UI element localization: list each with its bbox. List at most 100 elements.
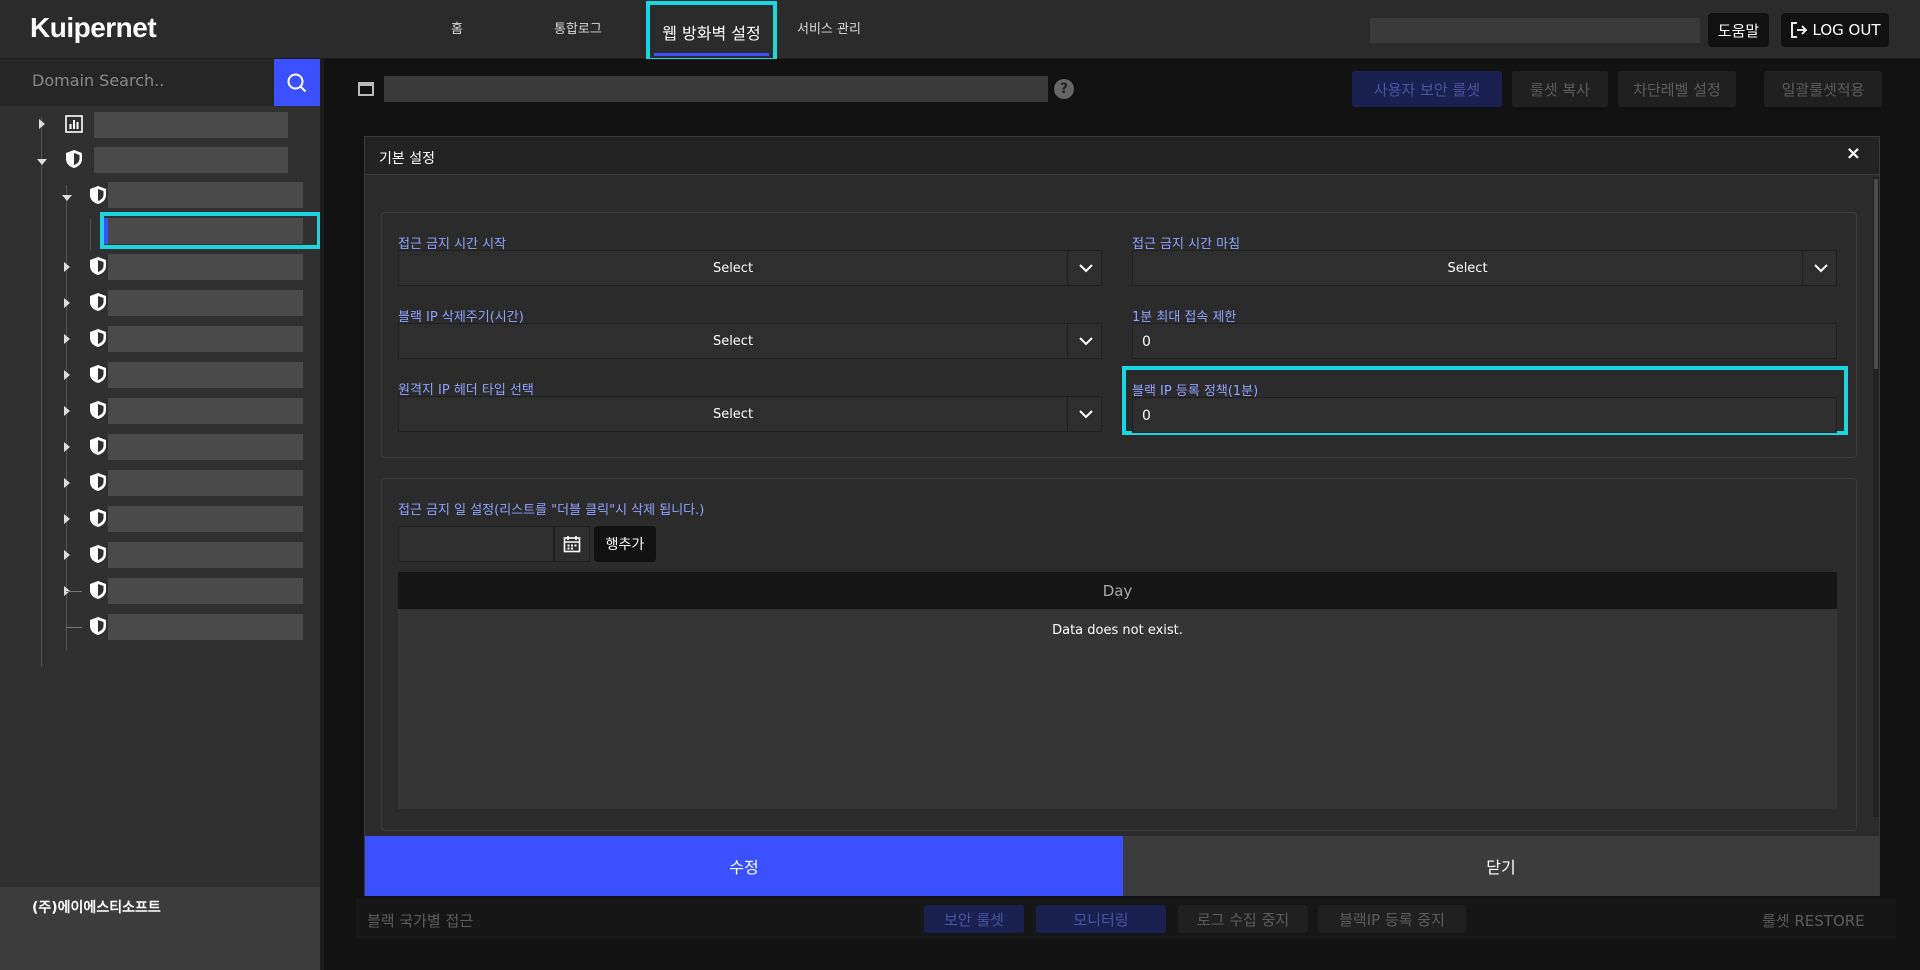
expand-icon[interactable]	[64, 406, 70, 416]
chevron-down-icon	[1067, 324, 1103, 358]
expand-icon[interactable]	[64, 370, 70, 380]
expand-icon[interactable]	[64, 334, 70, 344]
tree-item[interactable]	[108, 434, 303, 460]
logout-button[interactable]: LOG OUT	[1781, 13, 1889, 47]
shield-icon	[88, 400, 108, 420]
ruleset-copy-button[interactable]: 룰셋 복사	[1512, 71, 1608, 107]
close-button[interactable]: 닫기	[1123, 836, 1879, 896]
tree-item[interactable]	[108, 542, 303, 568]
expand-icon[interactable]	[64, 442, 70, 452]
shield-icon	[88, 185, 108, 205]
black-country-label: 블랙 국가별 접근	[367, 912, 474, 930]
tree-line	[66, 627, 82, 628]
company-name: (주)에이에스티소프트	[32, 900, 161, 916]
sidebar: Domain Search.. (주)에이에스티소프트	[0, 59, 324, 970]
nav-waf-settings[interactable]: 웹 방화벽 설정	[646, 1, 777, 62]
modal-scrollbar[interactable]	[1873, 177, 1879, 817]
security-ruleset-button[interactable]: 보안 룰셋	[924, 905, 1024, 933]
shield-icon	[88, 436, 108, 456]
top-search-input[interactable]	[1370, 18, 1700, 43]
stop-blackip-label: 블랙IP 등록 중지	[1339, 910, 1445, 929]
shield-icon	[88, 292, 108, 312]
tree-item[interactable]	[108, 254, 303, 280]
expand-icon[interactable]	[39, 119, 45, 129]
collapse-icon[interactable]	[37, 159, 47, 165]
tree-item[interactable]	[94, 112, 288, 138]
top-bar: Kuipernet 홈 통합로그 웹 방화벽 설정 서비스 관리 도움말 LOG…	[0, 0, 1920, 62]
expand-icon[interactable]	[64, 514, 70, 524]
day-table-body: Data does not exist.	[398, 609, 1837, 809]
block-day-panel: 접근 금지 일 설정(리스트를 "더블 클릭"시 삭제 됩니다.) 행추가 Da…	[381, 478, 1857, 831]
logo[interactable]: Kuipernet	[30, 12, 157, 44]
logout-icon	[1790, 22, 1807, 38]
scroll-thumb[interactable]	[1874, 179, 1878, 369]
bulk-ruleset-button[interactable]: 일괄룰셋적용	[1764, 71, 1882, 107]
tree-item[interactable]	[108, 578, 303, 604]
calendar-button[interactable]	[554, 526, 590, 562]
max-conn-input[interactable]: 0	[1132, 323, 1837, 359]
collapse-icon[interactable]	[62, 195, 72, 201]
block-start-select[interactable]: Select	[398, 250, 1102, 286]
tree-item[interactable]	[108, 290, 303, 316]
shield-icon	[88, 256, 108, 276]
domain-title-bar	[384, 76, 1048, 102]
chart-icon	[64, 114, 84, 134]
chevron-down-icon	[1802, 251, 1838, 285]
remote-ip-header-select[interactable]: Select	[398, 396, 1102, 432]
expand-icon[interactable]	[64, 478, 70, 488]
black-ip-policy-input[interactable]: 0	[1132, 397, 1837, 433]
basic-settings-panel: 접근 금지 시간 시작 Select 접근 금지 시간 마침 Select 블랙…	[381, 212, 1857, 458]
restore-link[interactable]: 룰셋 RESTORE	[1762, 910, 1865, 931]
close-icon[interactable]: ×	[1846, 143, 1861, 164]
search-button[interactable]	[274, 59, 320, 106]
monitoring-button[interactable]: 모니터링	[1036, 905, 1166, 933]
expand-icon[interactable]	[64, 298, 70, 308]
block-start-value: Select	[712, 260, 754, 276]
tree-item[interactable]	[108, 182, 303, 208]
settings-modal: 기본 설정 × 접근 금지 시간 시작 Select 접근 금지 시간 마침 S…	[364, 136, 1880, 896]
add-row-button[interactable]: 행추가	[594, 526, 656, 562]
stop-log-button[interactable]: 로그 수집 중지	[1178, 905, 1308, 933]
block-level-label: 차단레벨 설정	[1633, 80, 1721, 99]
tree-item[interactable]	[108, 614, 303, 640]
help-icon[interactable]: ?	[1054, 79, 1074, 99]
black-ip-delete-value: Select	[712, 333, 754, 349]
tree-line	[90, 219, 91, 251]
shield-icon	[88, 328, 108, 348]
submit-button[interactable]: 수정	[365, 836, 1123, 896]
shield-icon	[88, 544, 108, 564]
black-ip-delete-select[interactable]: Select	[398, 323, 1102, 359]
tree-item[interactable]	[94, 147, 288, 173]
nav-home[interactable]: 홈	[451, 18, 463, 37]
tree-item[interactable]	[108, 362, 303, 388]
block-level-button[interactable]: 차단레벨 설정	[1618, 71, 1736, 107]
selected-highlight	[100, 212, 321, 249]
no-data-message: Data does not exist.	[1052, 623, 1183, 638]
expand-icon[interactable]	[64, 550, 70, 560]
help-button[interactable]: 도움말	[1708, 13, 1769, 47]
day-column-header[interactable]: Day	[398, 572, 1837, 609]
tree-item[interactable]	[108, 470, 303, 496]
domain-search-input[interactable]: Domain Search..	[0, 59, 274, 106]
bulk-ruleset-label: 일괄룰셋적용	[1781, 80, 1865, 99]
window-icon	[358, 82, 374, 96]
expand-icon[interactable]	[64, 262, 70, 272]
chevron-down-icon	[1067, 397, 1103, 431]
block-end-select[interactable]: Select	[1132, 250, 1837, 286]
date-input[interactable]	[398, 526, 554, 562]
stop-blackip-button[interactable]: 블랙IP 등록 중지	[1318, 905, 1466, 933]
nav-integrated-log[interactable]: 통합로그	[554, 18, 602, 37]
nav-service-management[interactable]: 서비스 관리	[797, 18, 861, 37]
ruleset-copy-label: 룰셋 복사	[1530, 80, 1590, 99]
logout-label: LOG OUT	[1812, 21, 1881, 39]
block-end-value: Select	[1447, 260, 1488, 276]
tree-item[interactable]	[108, 506, 303, 532]
shield-icon	[88, 472, 108, 492]
shield-icon	[64, 149, 84, 169]
user-ruleset-button[interactable]: 사용자 보안 룰셋	[1352, 71, 1502, 107]
tree-item[interactable]	[108, 326, 303, 352]
stop-log-label: 로그 수집 중지	[1196, 910, 1290, 929]
tree-item[interactable]	[108, 398, 303, 424]
monitoring-label: 모니터링	[1073, 910, 1129, 929]
shield-icon	[88, 616, 108, 636]
